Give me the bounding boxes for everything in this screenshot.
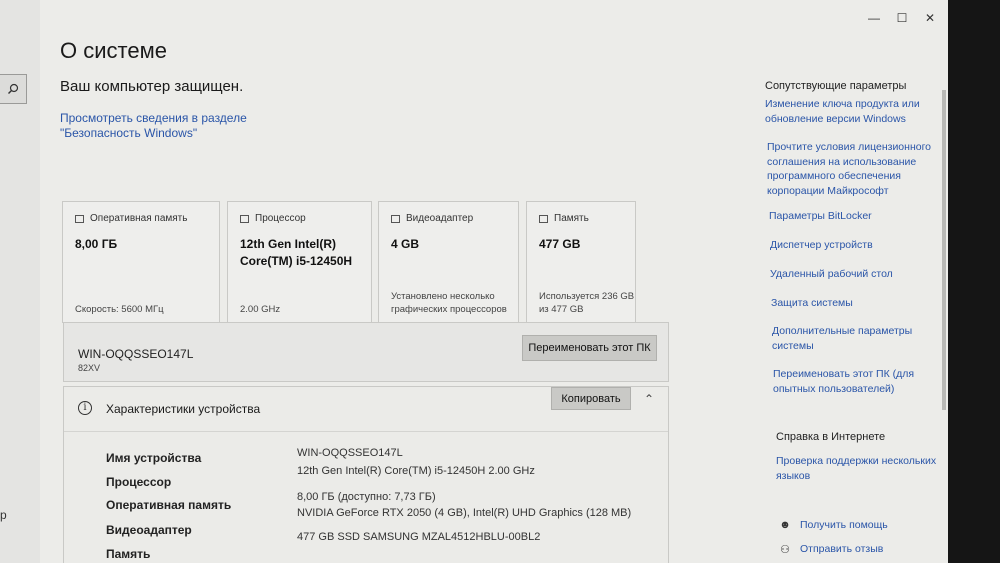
get-help-link[interactable]: ☻ Получить помощь (778, 519, 888, 531)
card-ram-label: Оперативная память (90, 213, 188, 224)
card-cpu-note: 2.00 GHz (240, 304, 281, 315)
link-remote-desktop[interactable]: Удаленный рабочий стол (770, 267, 893, 282)
card-gpu-label: Видеоадаптер (406, 213, 474, 224)
background-text-fragment: р (0, 508, 7, 522)
send-feedback-link[interactable]: ⚇ Отправить отзыв (778, 543, 884, 556)
maximize-button[interactable]: ☐ (888, 8, 916, 28)
protection-status: Ваш компьютер защищен. (60, 78, 244, 95)
card-ram: Оперативная память 8,00 ГБ Скорость: 560… (62, 201, 220, 323)
search-icon (8, 83, 19, 94)
send-feedback-label: Отправить отзыв (800, 543, 884, 555)
get-help-label: Получить помощь (800, 519, 888, 531)
spec-value-storage: 477 GB SSD SAMSUNG MZAL4512HBLU-00BL2 (297, 531, 541, 543)
device-name-section: WIN-OQQSSEO147L 82XV Переименовать этот … (63, 322, 669, 382)
link-system-protection[interactable]: Защита системы (771, 296, 853, 311)
spec-label-processor: Процессор (106, 475, 172, 489)
display-adapter-icon (391, 214, 400, 223)
card-storage: Память 477 GB Используется 236 GB из 477… (526, 201, 636, 323)
link-advanced-system-settings[interactable]: Дополнительные параметры системы (772, 324, 922, 353)
scrollbar-thumb[interactable] (942, 90, 946, 410)
link-language-support[interactable]: Проверка поддержки нескольких языков (776, 454, 946, 483)
spec-value-processor: 12th Gen Intel(R) Core(TM) i5-12450H 2.0… (297, 465, 535, 477)
device-specs-section: i Характеристики устройства Копировать ⌃… (63, 386, 669, 563)
memory-icon (75, 214, 84, 223)
processor-icon (240, 214, 249, 223)
card-ram-note: Скорость: 5600 МГц (75, 304, 164, 315)
rename-pc-button[interactable]: Переименовать этот ПК (522, 335, 657, 361)
device-name: WIN-OQQSSEO147L (78, 347, 194, 361)
spec-label-ram: Оперативная память (106, 498, 232, 512)
spec-label-device-name: Имя устройства (106, 451, 202, 465)
link-rename-advanced[interactable]: Переименовать этот ПК (для опытных польз… (773, 367, 923, 396)
card-gpu: Видеоадаптер 4 GB Установлено несколько … (378, 201, 519, 323)
spec-label-storage: Память (106, 547, 151, 561)
card-cpu-label: Процессор (255, 213, 306, 224)
info-icon: i (78, 401, 92, 415)
link-license-terms[interactable]: Прочтите условия лицензионного соглашени… (767, 140, 937, 198)
background-search-button[interactable] (0, 74, 27, 104)
spec-value-device-name: WIN-OQQSSEO147L (297, 447, 403, 459)
specs-header[interactable]: i Характеристики устройства Копировать ⌃ (64, 387, 668, 432)
copy-button[interactable]: Копировать (551, 387, 631, 410)
page-title: О системе (60, 38, 167, 63)
link-product-key[interactable]: Изменение ключа продукта или обновление … (765, 97, 930, 126)
card-gpu-note: Установлено несколько графических процес… (391, 291, 507, 315)
close-button[interactable]: ✕ (916, 8, 944, 28)
link-device-manager[interactable]: Диспетчер устройств (770, 238, 873, 253)
link-bitlocker[interactable]: Параметры BitLocker (769, 209, 872, 224)
card-cpu: Процессор 12th Gen Intel(R) Core(TM) i5-… (227, 201, 372, 323)
chevron-up-icon[interactable]: ⌃ (644, 392, 654, 406)
help-icon: ☻ (779, 519, 791, 531)
windows-security-link[interactable]: Просмотреть сведения в разделе "Безопасн… (60, 111, 330, 141)
related-settings-title: Сопутствующие параметры (765, 80, 907, 92)
web-help-title: Справка в Интернете (776, 431, 886, 443)
card-cpu-value: 12th Gen Intel(R) Core(TM) i5-12450H (240, 237, 353, 268)
window-controls: — ☐ ✕ (860, 8, 944, 28)
device-model: 82XV (78, 363, 101, 373)
minimize-button[interactable]: — (860, 8, 888, 28)
feedback-icon: ⚇ (780, 543, 790, 556)
card-storage-label: Память (554, 213, 589, 224)
spec-value-ram: 8,00 ГБ (доступно: 7,73 ГБ) (297, 491, 436, 503)
settings-window: — ☐ ✕ О системе Ваш компьютер защищен. П… (40, 0, 948, 563)
card-gpu-value: 4 GB (391, 237, 420, 251)
spec-label-gpu: Видеоадаптер (106, 523, 192, 537)
specs-title: Характеристики устройства (106, 402, 261, 416)
storage-icon (539, 214, 548, 223)
card-storage-note: Используется 236 GB из 477 GB (539, 291, 635, 315)
monitor-bezel (948, 0, 1000, 563)
card-ram-value: 8,00 ГБ (75, 237, 118, 251)
spec-value-gpu: NVIDIA GeForce RTX 2050 (4 GB), Intel(R)… (297, 507, 632, 519)
card-storage-value: 477 GB (539, 237, 581, 251)
